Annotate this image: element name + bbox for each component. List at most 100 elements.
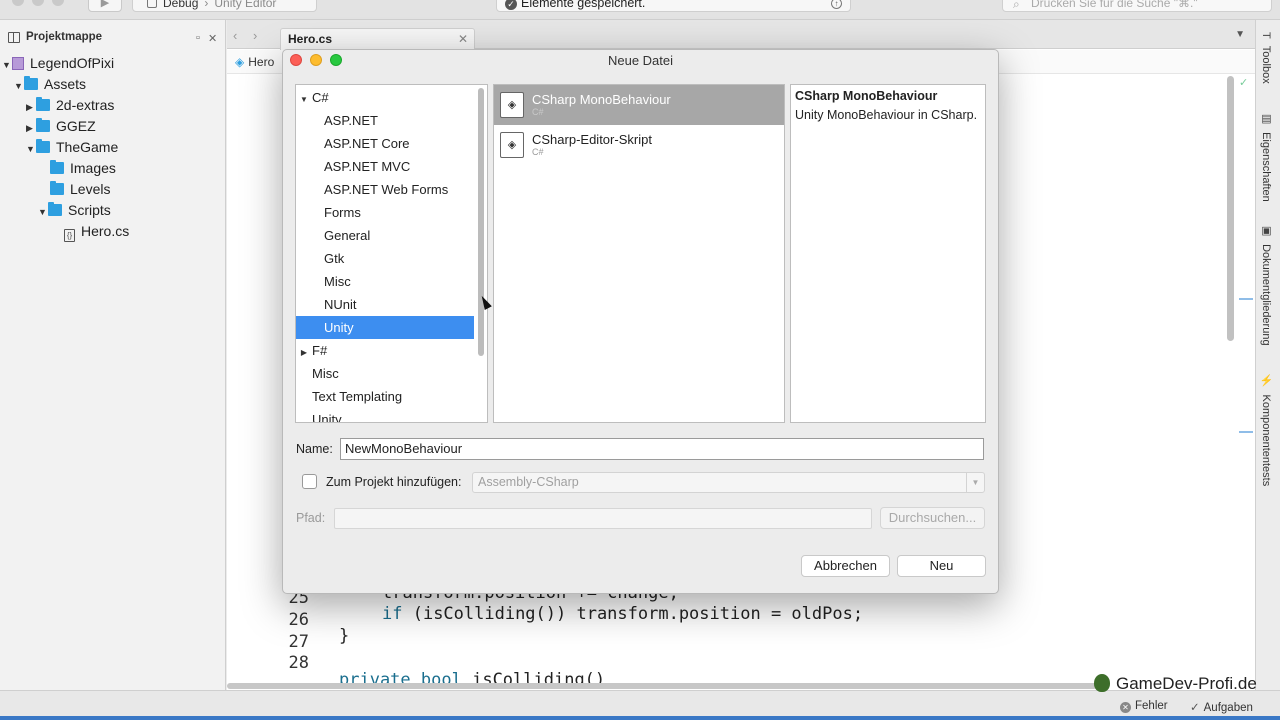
vertical-scrollbar[interactable] <box>1227 76 1234 341</box>
side-pad-unit-tests[interactable]: ⚡ Komponententests <box>1260 374 1273 486</box>
expand-arrow-icon[interactable]: ▼ <box>26 139 36 159</box>
back-arrow-icon[interactable]: ‹ <box>233 28 237 43</box>
pad-icon <box>8 32 20 43</box>
tasks-button[interactable]: ✓ Aufgaben <box>1190 700 1253 714</box>
forward-arrow-icon[interactable]: › <box>253 28 257 43</box>
pad-maximize-icon[interactable]: ▫ <box>196 32 200 44</box>
upload-icon[interactable]: ↑ <box>831 0 842 9</box>
tests-icon: ⚡ <box>1260 374 1272 388</box>
tree-item-solution[interactable]: ▼ LegendOfPixi <box>2 53 114 73</box>
create-button[interactable]: Neu <box>897 555 986 577</box>
code-line-26[interactable]: } <box>339 626 349 646</box>
side-pad-properties[interactable]: ▤ Eigenschaften <box>1260 112 1273 202</box>
main-toolbar: ▶ Debug › Unity Editor ✓ Elemente gespeiche… <box>0 0 1280 20</box>
category-item[interactable]: ▼ C# <box>296 86 474 109</box>
browse-button[interactable]: Durchsuchen... <box>880 507 985 529</box>
project-select[interactable]: Assembly-CSharp ▼ <box>472 472 985 493</box>
path-class-item[interactable]: ◈ Hero <box>235 55 274 69</box>
category-label: ASP.NET Core <box>324 136 410 151</box>
side-pad-label: Eigenschaften <box>1260 132 1272 202</box>
description-text: Unity MonoBehaviour in CSharp. <box>795 108 978 122</box>
collapse-arrow-icon[interactable]: ▶ <box>26 118 36 138</box>
window-minimize-button[interactable] <box>32 0 44 6</box>
expand-arrow-icon[interactable]: ▼ <box>296 88 312 111</box>
category-label: Forms <box>324 205 361 220</box>
cancel-button[interactable]: Abbrechen <box>801 555 890 577</box>
template-item[interactable]: ◈ CSharp-Editor-Skript C# <box>494 125 784 165</box>
category-scrollbar[interactable] <box>478 88 484 356</box>
status-text: Elemente gespeichert. <box>521 0 646 10</box>
expand-arrow-icon[interactable]: ▼ <box>38 202 48 222</box>
category-item[interactable]: ASP.NET Web Forms <box>296 178 474 201</box>
configuration-selector[interactable]: Debug › Unity Editor <box>132 0 317 12</box>
category-item[interactable]: Unity <box>296 408 474 422</box>
tab-menu-icon[interactable]: ▼ <box>1235 29 1245 40</box>
window-zoom-button[interactable] <box>52 0 64 6</box>
line-number: 26 <box>288 609 309 630</box>
collapse-arrow-icon[interactable]: ▶ <box>296 341 312 364</box>
add-to-project-checkbox[interactable] <box>302 474 317 489</box>
side-pad-toolbox[interactable]: T Toolbox <box>1260 32 1272 84</box>
category-label: NUnit <box>324 297 357 312</box>
script-template-icon: ◈ <box>500 132 524 158</box>
code-line-25[interactable]: if (isColliding()) transform.position = … <box>382 604 863 624</box>
category-item[interactable]: ASP.NET Core <box>296 132 474 155</box>
template-item[interactable]: ◈ CSharp MonoBehaviour C# <box>494 85 784 125</box>
category-item[interactable]: ASP.NET <box>296 109 474 132</box>
no-errors-icon: ✓ <box>1239 77 1249 89</box>
category-item[interactable]: ▶ F# <box>296 339 474 362</box>
expand-arrow-icon[interactable]: ▼ <box>14 76 24 96</box>
category-label: ASP.NET Web Forms <box>324 182 449 197</box>
category-item[interactable]: NUnit <box>296 293 474 316</box>
category-label: F# <box>312 343 328 358</box>
template-lang: C# <box>532 147 544 157</box>
tree-item-images[interactable]: Images <box>50 158 116 178</box>
category-item[interactable]: Misc <box>296 362 474 385</box>
tree-item-label: Scripts <box>68 202 111 218</box>
window-close-button[interactable] <box>12 0 24 6</box>
check-circle-icon: ✓ <box>505 0 517 10</box>
category-item[interactable]: ASP.NET MVC <box>296 155 474 178</box>
tree-item-thegame[interactable]: ▼ TheGame <box>26 137 118 157</box>
errors-button[interactable]: ✕ Fehler <box>1120 700 1168 713</box>
category-item[interactable]: Gtk <box>296 247 474 270</box>
tree-item-levels[interactable]: Levels <box>50 179 110 199</box>
expand-arrow-icon[interactable]: ▼ <box>2 55 12 75</box>
tree-item-assets[interactable]: ▼ Assets <box>14 74 86 94</box>
category-label: Misc <box>312 366 339 381</box>
side-pad-document-outline[interactable]: ▣ Dokumentgliederung <box>1260 224 1273 346</box>
category-item[interactable]: General <box>296 224 474 247</box>
tree-item-2d-extras[interactable]: ▶ 2d-extras <box>26 95 114 115</box>
tasks-check-icon: ✓ <box>1190 702 1200 714</box>
tree-item-ggez[interactable]: ▶ GGEZ <box>26 116 96 136</box>
side-pad-label: Toolbox <box>1260 45 1272 84</box>
horizontal-scrollbar[interactable] <box>227 683 1097 689</box>
collapse-arrow-icon[interactable]: ▶ <box>26 97 36 117</box>
run-button[interactable]: ▶ <box>88 0 122 12</box>
category-item[interactable]: Misc <box>296 270 474 293</box>
path-input[interactable] <box>334 508 872 529</box>
tab-hero-cs[interactable]: Hero.cs ✕ <box>280 28 475 50</box>
category-item[interactable]: Unity <box>296 316 474 339</box>
category-label: Misc <box>324 274 351 289</box>
category-item[interactable]: Forms <box>296 201 474 224</box>
tab-label: Hero.cs <box>288 32 333 46</box>
code-text: (isColliding()) transform.position = old… <box>402 604 864 624</box>
category-label: ASP.NET <box>324 113 378 128</box>
close-icon[interactable]: ✕ <box>458 29 468 49</box>
outline-icon: ▣ <box>1260 224 1272 237</box>
pad-close-icon[interactable]: ✕ <box>208 32 217 45</box>
tasks-label: Aufgaben <box>1203 702 1253 714</box>
status-display: ✓ Elemente gespeichert. ↑ <box>496 0 851 12</box>
path-class-label: Hero <box>248 55 275 69</box>
line-number: 28 <box>288 653 309 674</box>
category-item[interactable]: Text Templating <box>296 385 474 408</box>
global-search-input[interactable]: ⌕ Drücken Sie für die Suche "⌘." <box>1002 0 1272 12</box>
tree-item-hero-cs[interactable]: {} Hero.cs <box>64 221 129 242</box>
tree-item-scripts[interactable]: ▼ Scripts <box>38 200 111 220</box>
solution-pad: Projektmappe ▫ ✕ ▼ LegendOfPixi ▼ Assets ▶… <box>0 20 226 690</box>
file-name-input[interactable]: NewMonoBehaviour <box>340 438 984 460</box>
folder-icon <box>50 160 64 174</box>
dock-strip <box>0 716 1280 720</box>
solution-icon <box>12 57 24 70</box>
